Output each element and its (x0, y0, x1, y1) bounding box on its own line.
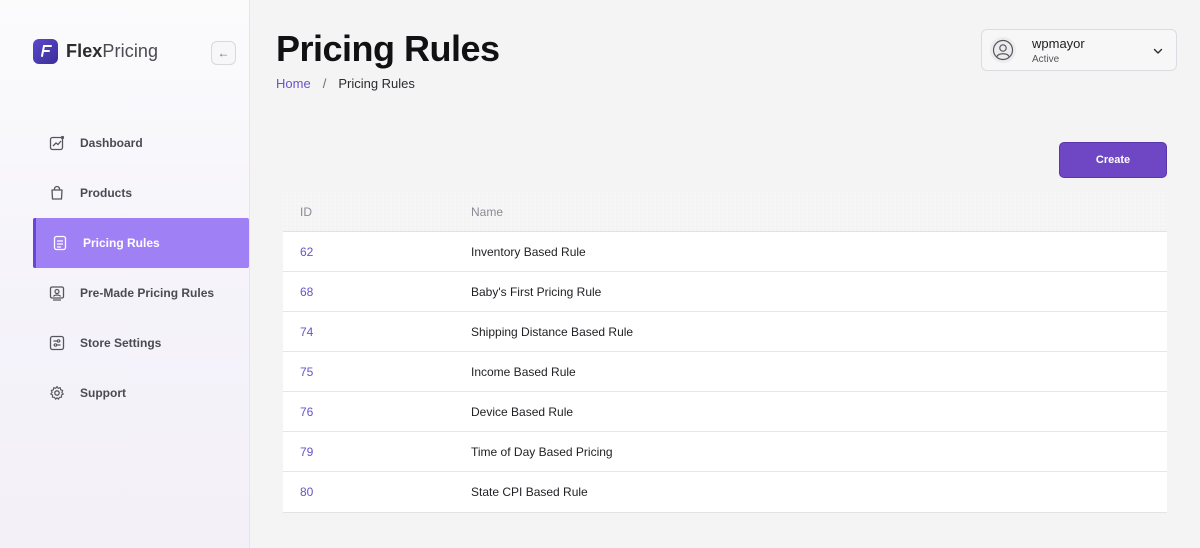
chevron-down-icon (1152, 44, 1164, 62)
brand[interactable]: FlexPricing (33, 38, 158, 64)
rule-id-link[interactable]: 74 (283, 325, 471, 339)
gear-icon (49, 385, 65, 401)
template-icon (49, 285, 65, 301)
document-icon (52, 235, 68, 251)
column-header-id[interactable]: ID (283, 205, 471, 219)
flexpricing-logo-icon (33, 38, 58, 64)
table-row[interactable]: 75 Income Based Rule (283, 352, 1167, 392)
rule-name: Device Based Rule (471, 404, 574, 419)
brand-name-light: Pricing (102, 40, 159, 61)
sidebar-nav: Dashboard Products Pricing Rules Pre-Mad… (33, 118, 249, 418)
settings-sliders-icon (49, 335, 65, 351)
sidebar-item-label: Products (80, 186, 133, 200)
pricing-rules-table: ID Name 62 Inventory Based Rule 68 Baby'… (283, 192, 1167, 513)
create-button[interactable]: Create (1059, 142, 1167, 178)
breadcrumb-current: Pricing Rules (338, 76, 415, 91)
table-row[interactable]: 76 Device Based Rule (283, 392, 1167, 432)
rule-name: Income Based Rule (471, 364, 576, 379)
brand-name: FlexPricing (66, 41, 158, 62)
avatar (990, 37, 1016, 63)
page-title: Pricing Rules (276, 28, 500, 69)
sidebar: FlexPricing ← Dashboard Products Pricing… (0, 0, 250, 548)
rule-id-link[interactable]: 80 (283, 485, 471, 499)
brand-name-bold: Flex (66, 40, 103, 61)
bag-icon (49, 185, 65, 201)
user-status: Active (1032, 53, 1060, 65)
rule-name: Inventory Based Rule (471, 244, 586, 259)
breadcrumb-home-link[interactable]: Home (276, 76, 311, 91)
user-name: wpmayor (1032, 35, 1085, 51)
rule-id-link[interactable]: 62 (283, 245, 471, 259)
rule-id-link[interactable]: 76 (283, 405, 471, 419)
rule-name: State CPI Based Rule (471, 485, 588, 499)
user-icon (992, 39, 1014, 61)
table-row[interactable]: 62 Inventory Based Rule (283, 232, 1167, 272)
sidebar-item-store-settings[interactable]: Store Settings (33, 318, 249, 368)
table-row[interactable]: 68 Baby's First Pricing Rule (283, 272, 1167, 312)
sidebar-item-products[interactable]: Products (33, 168, 249, 218)
collapse-sidebar-button[interactable]: ← (211, 41, 236, 65)
sidebar-item-label: Store Settings (80, 336, 162, 350)
rule-id-link[interactable]: 79 (283, 445, 471, 459)
table-row[interactable]: 80 State CPI Based Rule (283, 472, 1167, 512)
table-row[interactable]: 74 Shipping Distance Based Rule (283, 312, 1167, 352)
table-header: ID Name (283, 192, 1167, 232)
sidebar-item-pre-made-pricing-rules[interactable]: Pre-Made Pricing Rules (33, 268, 249, 318)
user-menu[interactable]: wpmayor Active (981, 29, 1177, 71)
rule-name: Time of Day Based Pricing (471, 444, 613, 459)
sidebar-item-label: Support (80, 386, 126, 400)
sidebar-item-label: Dashboard (80, 136, 143, 150)
rule-id-link[interactable]: 75 (283, 365, 471, 379)
column-header-name[interactable]: Name (471, 205, 1167, 219)
chart-icon (49, 135, 65, 151)
sidebar-item-label: Pre-Made Pricing Rules (80, 286, 215, 300)
arrow-left-icon: ← (217, 46, 230, 60)
sidebar-item-pricing-rules[interactable]: Pricing Rules (33, 218, 249, 268)
sidebar-item-label: Pricing Rules (83, 236, 160, 250)
rule-name: Baby's First Pricing Rule (471, 284, 602, 299)
sidebar-item-support[interactable]: Support (33, 368, 249, 418)
rule-name: Shipping Distance Based Rule (471, 324, 634, 339)
table-row[interactable]: 79 Time of Day Based Pricing (283, 432, 1167, 472)
breadcrumb-separator: / (322, 76, 327, 91)
rule-id-link[interactable]: 68 (283, 285, 471, 299)
breadcrumb: Home / Pricing Rules (276, 76, 415, 91)
sidebar-item-dashboard[interactable]: Dashboard (33, 118, 249, 168)
